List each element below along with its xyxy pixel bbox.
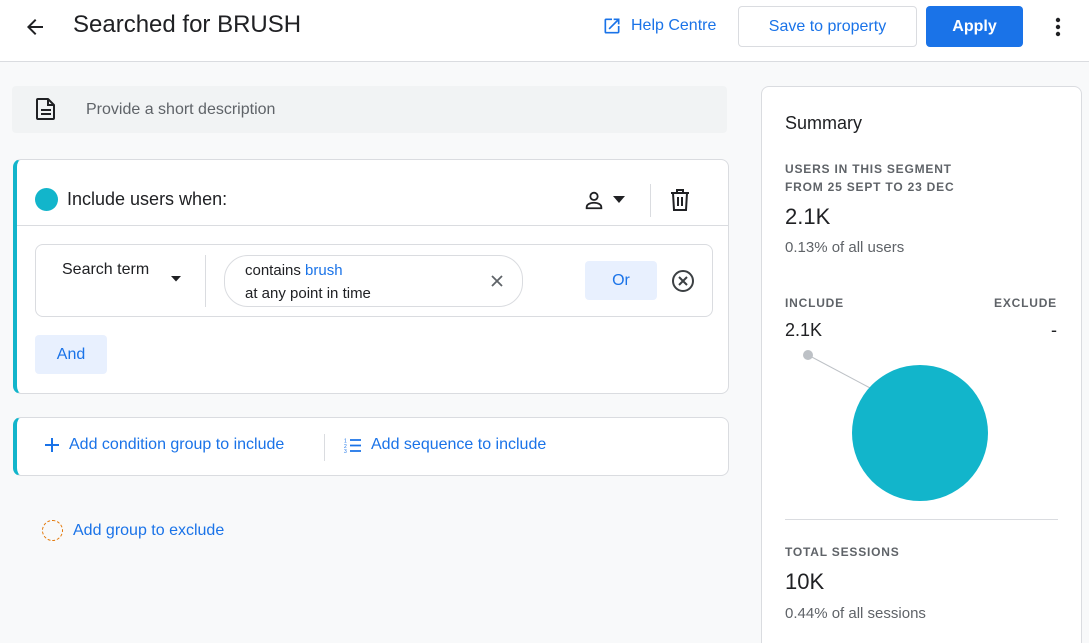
back-button[interactable] bbox=[20, 12, 50, 42]
caret-down-icon bbox=[171, 276, 181, 282]
filter-condition-line: contains brush bbox=[245, 260, 343, 281]
include-condition-group: Include users when: Search term contains… bbox=[13, 159, 729, 394]
delete-group-button[interactable] bbox=[667, 186, 693, 214]
caret-down-icon bbox=[613, 196, 625, 203]
include-leader-dot bbox=[803, 350, 813, 360]
description-input[interactable] bbox=[86, 86, 706, 133]
summary-panel: Summary USERS IN THIS SEGMENT FROM 25 SE… bbox=[761, 86, 1082, 643]
sessions-label: TOTAL SESSIONS bbox=[785, 545, 900, 559]
add-sequence-button[interactable]: 123 Add sequence to include bbox=[344, 436, 546, 454]
arrow-back-icon bbox=[27, 19, 43, 35]
more-vert-icon bbox=[1055, 17, 1061, 37]
remove-condition-button[interactable] bbox=[670, 268, 696, 294]
sequence-list-icon: 123 bbox=[344, 438, 361, 453]
description-icon bbox=[36, 98, 55, 120]
clear-filter-button[interactable] bbox=[487, 271, 507, 291]
page-title: Searched for BRUSH bbox=[73, 11, 302, 38]
header-divider bbox=[650, 184, 651, 217]
add-group-to-exclude-label: Add group to exclude bbox=[73, 521, 225, 539]
dashed-circle-icon bbox=[42, 520, 63, 541]
add-actions-card: Add condition group to include 123 Add s… bbox=[13, 417, 729, 476]
sessions-value: 10K bbox=[785, 569, 825, 594]
include-pie-slice bbox=[852, 365, 988, 501]
or-button[interactable]: Or bbox=[585, 261, 657, 300]
add-group-to-exclude-button[interactable]: Add group to exclude bbox=[42, 520, 224, 541]
filter-condition-chip[interactable]: contains brush at any point in time bbox=[224, 255, 523, 307]
and-button[interactable]: And bbox=[35, 335, 107, 374]
open-in-new-icon bbox=[604, 18, 620, 34]
description-field bbox=[12, 86, 727, 133]
top-bar: Searched for BRUSH Help Centre Save to p… bbox=[0, 0, 1089, 62]
add-condition-group-button[interactable]: Add condition group to include bbox=[45, 436, 284, 454]
actions-divider bbox=[324, 434, 325, 461]
dimension-selector[interactable]: Search term bbox=[36, 245, 206, 316]
include-pie-chart bbox=[803, 350, 988, 501]
include-group-title: Include users when: bbox=[67, 189, 228, 209]
delete-icon bbox=[671, 189, 689, 211]
include-leader-line bbox=[807, 354, 873, 390]
summary-divider bbox=[785, 519, 1058, 520]
add-condition-group-label: Add condition group to include bbox=[69, 436, 285, 453]
dimension-divider bbox=[205, 255, 206, 307]
svg-text:3: 3 bbox=[344, 449, 347, 453]
filter-operator: contains bbox=[245, 262, 301, 279]
help-centre-link[interactable]: Help Centre bbox=[602, 16, 716, 36]
condition-row: Search term contains brush at any point … bbox=[35, 244, 713, 317]
more-options-button[interactable] bbox=[1046, 12, 1070, 42]
cancel-circle-icon bbox=[672, 270, 694, 292]
close-icon bbox=[491, 275, 503, 287]
person-icon bbox=[585, 191, 603, 210]
help-centre-label: Help Centre bbox=[631, 17, 717, 34]
include-indicator-dot bbox=[35, 188, 58, 211]
filter-value: brush bbox=[305, 262, 343, 279]
card-divider bbox=[17, 225, 729, 226]
condition-scope-selector[interactable] bbox=[583, 187, 631, 213]
dimension-label: Search term bbox=[62, 261, 150, 278]
add-sequence-label: Add sequence to include bbox=[371, 436, 547, 453]
filter-scope: at any point in time bbox=[245, 285, 371, 302]
save-to-property-button[interactable]: Save to property bbox=[738, 6, 917, 47]
apply-button[interactable]: Apply bbox=[926, 6, 1023, 47]
sessions-percentage: 0.44% of all sessions bbox=[785, 605, 926, 622]
plus-icon bbox=[45, 438, 59, 452]
